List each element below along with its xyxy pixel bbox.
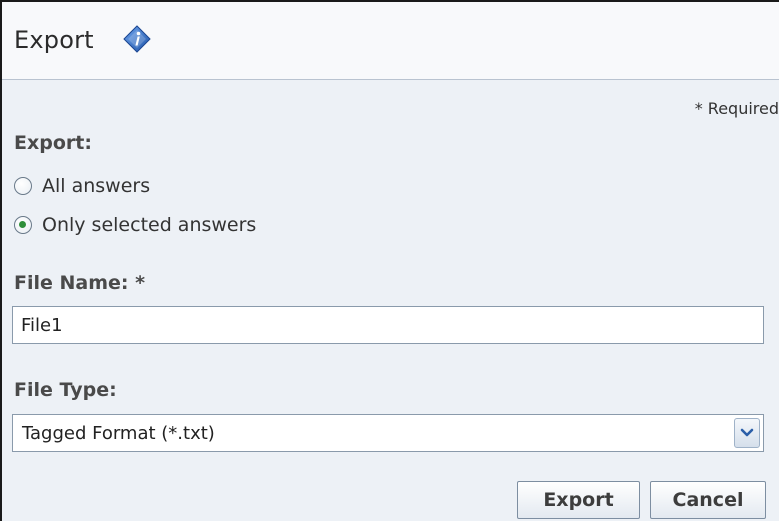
radio-only-selected-answers[interactable]: Only selected answers	[14, 211, 256, 239]
required-fields-note: * Required	[694, 99, 779, 118]
file-type-select[interactable]: Tagged Format (*.txt)	[12, 414, 764, 452]
radio-all-answers[interactable]: All answers	[14, 172, 150, 200]
radio-button-selected[interactable]	[14, 216, 32, 234]
cancel-button[interactable]: Cancel	[650, 481, 766, 519]
radio-label-all-answers[interactable]: All answers	[42, 175, 150, 197]
radio-button[interactable]	[14, 177, 32, 195]
export-dialog: Export * Required Export: All answers On…	[0, 0, 779, 521]
export-button[interactable]: Export	[517, 481, 640, 519]
file-name-label: File Name: *	[14, 272, 146, 294]
file-type-label: File Type:	[14, 379, 117, 401]
file-name-input[interactable]	[12, 306, 764, 344]
dialog-title: Export	[14, 26, 94, 54]
chevron-down-icon[interactable]	[734, 418, 760, 448]
file-type-selected-value: Tagged Format (*.txt)	[22, 423, 215, 444]
radio-label-only-selected[interactable]: Only selected answers	[42, 214, 256, 236]
dialog-header: Export	[2, 2, 779, 80]
info-icon[interactable]	[122, 24, 152, 54]
export-scope-label: Export:	[14, 132, 92, 154]
